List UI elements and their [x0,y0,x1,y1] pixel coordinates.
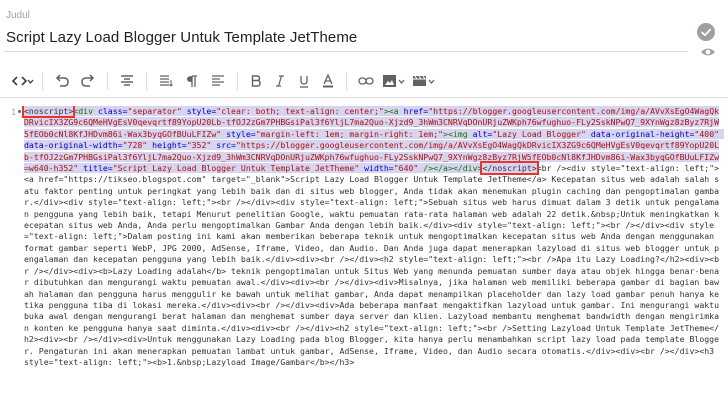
check-circle-icon [697,23,715,41]
code-token: ><img [443,128,473,139]
noscript-tag-highlight: </noscript> [480,161,539,176]
toolbar-divider [0,97,728,98]
code-token: data-original-height= [590,128,695,139]
code-token: "352" [186,140,217,151]
code-token: style= [186,106,217,116]
paragraph-button[interactable] [153,70,179,92]
code-token: data-original-width= [24,140,123,151]
code-token: "Lazy Load Blogger" [492,128,591,139]
toolbar-separator [237,72,238,90]
text-align-button[interactable] [205,70,231,92]
code-token: "margin-left: 1em; margin-right: 1em;" [255,128,444,139]
preview-eye-icon[interactable] [700,44,716,60]
code-token: /></a></div> [423,163,483,174]
post-title-input[interactable]: Script Lazy Load Blogger Untuk Template … [6,29,357,46]
code-content[interactable]: <noscript><div class="separator" style="… [21,106,725,368]
code-token: class= [97,106,128,116]
title-label: Judul [6,10,30,21]
heading-button[interactable] [114,70,140,92]
italic-button[interactable] [268,70,292,92]
code-token: ><a [383,106,404,116]
redo-button[interactable] [75,70,101,92]
code-token: "640" [393,163,424,174]
text-color-icon [323,74,333,88]
code-token: style= [226,128,256,139]
underline-button[interactable] [292,70,316,92]
undo-button[interactable] [49,70,75,92]
align-icon [212,75,224,86]
html-code-editor[interactable]: 1 <noscript><div class="separator" style… [0,106,728,400]
html-view-button[interactable] [10,70,36,92]
image-icon [383,75,405,87]
code-token: "separator" [127,106,187,116]
underline-icon [300,75,308,88]
toolbar-separator [346,72,347,90]
insert-video-button[interactable] [409,70,439,92]
code-token: "clear: both; text-align: center;" [216,106,384,116]
toolbar-separator [42,72,43,90]
bold-icon [251,75,261,87]
code-token: height= [152,140,187,151]
heading-icon [121,75,133,86]
bold-button[interactable] [244,70,268,92]
paragraph-icon [160,75,173,87]
title-underline [4,51,688,52]
code-token: title= [83,163,113,174]
line-number: 1 [11,108,16,117]
video-icon [413,75,435,86]
redo-icon [81,74,95,87]
text-color-button[interactable] [316,70,340,92]
fold-marker-icon[interactable] [18,110,21,113]
editor-toolbar [0,68,728,94]
code-token: alt= [472,128,493,139]
code-token: "728" [122,140,153,151]
insert-image-button[interactable] [379,70,409,92]
unselected-code: <br /><div style="text-align: left;"><a … [24,163,724,367]
code-token: src= [216,140,236,151]
code-token: width= [364,163,394,174]
code-token: "Script Lazy Load Blogger Untuk Template… [112,163,365,174]
link-icon [358,77,374,85]
pilcrow-icon [187,75,197,87]
toolbar-separator [146,72,147,90]
code-token: <div [73,106,98,116]
code-icon [12,76,34,86]
pilcrow-button[interactable] [179,70,205,92]
toolbar-separator [107,72,108,90]
line-gutter: 1 [0,106,22,400]
insert-link-button[interactable] [353,70,379,92]
code-token: "400" [694,128,725,139]
noscript-tag-highlight: <noscript> [21,106,76,118]
italic-icon [276,75,284,87]
undo-icon [55,74,69,87]
code-token: href= [403,106,429,116]
